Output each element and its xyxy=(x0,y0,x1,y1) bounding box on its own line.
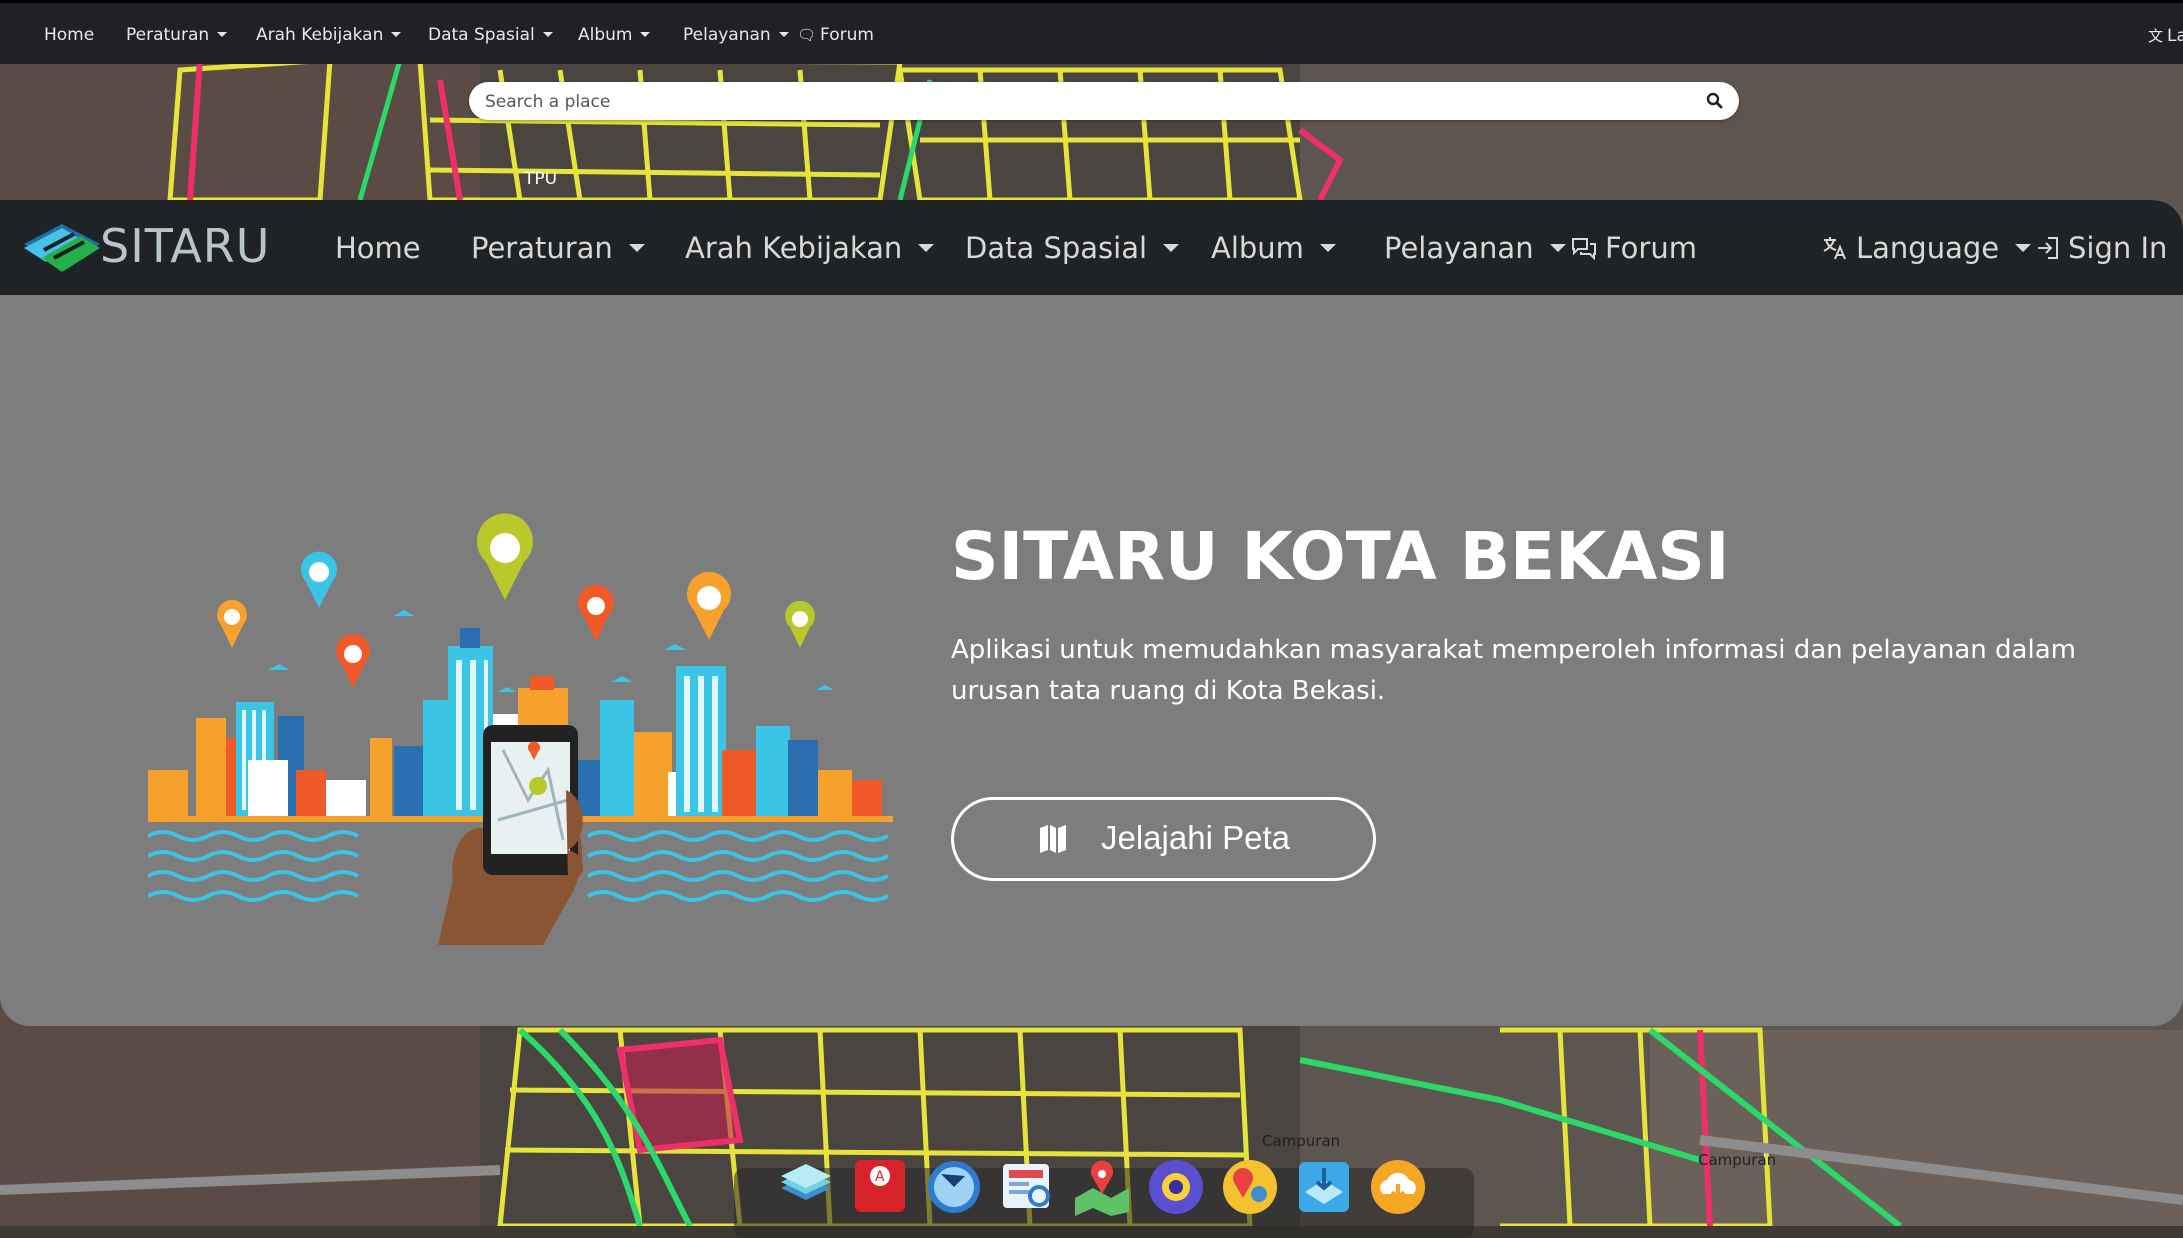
nav-item-label: Peraturan xyxy=(471,231,613,265)
transfer-icon[interactable] xyxy=(1295,1158,1353,1216)
city-illustration xyxy=(148,513,893,945)
topbar-item-peraturan[interactable]: Peraturan xyxy=(126,25,228,45)
topbar-item-pelayanan[interactable]: Pelayanan xyxy=(683,25,789,45)
brand-name[interactable]: SITARU xyxy=(100,219,270,273)
caret-down-icon xyxy=(640,32,651,37)
nav-item-language[interactable]: Language xyxy=(1822,231,2032,265)
camera-globe-icon[interactable] xyxy=(1147,1158,1205,1216)
caret-down-icon xyxy=(778,32,789,37)
compass-icon[interactable] xyxy=(925,1158,983,1216)
nav-item-data-spasial[interactable]: Data Spasial xyxy=(965,231,1180,265)
topbar-item-label: Arah Kebijakan xyxy=(256,25,384,45)
caret-down-icon xyxy=(391,32,402,37)
caret-down-icon xyxy=(542,32,553,37)
map-label-campuran-1: Campuran xyxy=(1262,1132,1340,1150)
nav-item-label: Arah Kebijakan xyxy=(685,231,903,265)
caret-down-icon xyxy=(217,32,228,37)
translate-icon xyxy=(1823,237,1846,260)
topbar-item-label: La xyxy=(2167,26,2183,46)
map-pin-icon[interactable] xyxy=(1073,1158,1131,1216)
nav-item-label: Album xyxy=(1211,231,1304,265)
translate-icon: 文 xyxy=(2148,27,2164,45)
map-icon xyxy=(1040,825,1066,853)
search-icon[interactable] xyxy=(1705,91,1725,111)
caret-down-icon xyxy=(628,244,645,252)
map-label-campuran-2: Campuran xyxy=(1698,1151,1776,1169)
topbar-item-language[interactable]: 文 La xyxy=(2148,25,2183,46)
nav-item-peraturan[interactable]: Peraturan xyxy=(471,231,645,265)
topbar-item-forum[interactable]: 🗨 Forum xyxy=(797,25,874,45)
nav-item-pelayanan[interactable]: Pelayanan xyxy=(1384,231,1566,265)
caret-down-icon xyxy=(918,244,935,252)
topbar-item-label: Forum xyxy=(820,25,874,45)
caret-down-icon xyxy=(1319,244,1336,252)
search-input[interactable] xyxy=(483,88,1687,116)
sign-in-icon xyxy=(2038,237,2058,259)
caret-down-icon xyxy=(1549,244,1566,252)
caret-down-icon xyxy=(1163,244,1180,252)
hero-panel: SITARU Home Peraturan Arah Kebijakan Dat… xyxy=(0,200,2183,1026)
topbar-item-home[interactable]: Home xyxy=(44,25,94,45)
nav-item-label: Language xyxy=(1856,231,2000,265)
layers-icon[interactable] xyxy=(777,1158,835,1216)
explore-map-button[interactable]: Jelajahi Peta xyxy=(951,797,1376,881)
search-bar xyxy=(469,82,1739,120)
topbar-item-label: Home xyxy=(44,25,95,45)
pin-a-icon[interactable]: A xyxy=(851,1158,909,1216)
news-search-icon[interactable] xyxy=(999,1158,1057,1216)
sitaru-logo-icon[interactable] xyxy=(22,214,102,280)
nav-item-forum[interactable]: Forum xyxy=(1571,231,1697,265)
location-icon[interactable] xyxy=(1221,1158,1279,1216)
hero-description: Aplikasi untuk memudahkan masyarakat mem… xyxy=(951,635,2076,706)
nav-item-label: Sign In xyxy=(2068,231,2168,265)
nav-item-label: Home xyxy=(335,231,421,265)
forum-icon xyxy=(1572,238,1596,261)
nav-item-label: Data Spasial xyxy=(965,231,1148,265)
map-label-tpu: TPU xyxy=(523,169,557,189)
topbar-item-label: Pelayanan xyxy=(683,25,771,45)
main-navbar: SITARU Home Peraturan Arah Kebijakan Dat… xyxy=(0,200,2183,295)
sign-in-button[interactable]: Sign In xyxy=(2036,231,2167,265)
nav-item-arah-kebijakan[interactable]: Arah Kebijakan xyxy=(685,231,935,265)
topbar-item-label: Album xyxy=(578,25,633,45)
cloud-download-icon[interactable] xyxy=(1369,1158,1427,1216)
topbar-item-album[interactable]: Album xyxy=(578,25,651,45)
nav-item-label: Forum xyxy=(1605,231,1697,265)
topbar-item-data-spasial[interactable]: Data Spasial xyxy=(428,25,553,45)
topbar-item-arah-kebijakan[interactable]: Arah Kebijakan xyxy=(256,25,402,45)
explore-map-label: Jelajahi Peta xyxy=(1101,819,1290,856)
nav-item-home[interactable]: Home xyxy=(335,231,421,265)
hero-title: SITARU KOTA BEKASI xyxy=(951,518,1730,595)
svg-text:A: A xyxy=(875,1169,885,1185)
nav-item-label: Pelayanan xyxy=(1384,231,1534,265)
topbar-item-label: Data Spasial xyxy=(428,25,535,45)
forum-icon: 🗨 xyxy=(797,26,817,44)
background-navbar: Home Peraturan Arah Kebijakan Data Spasi… xyxy=(0,0,2183,64)
nav-item-album[interactable]: Album xyxy=(1211,231,1336,265)
topbar-item-label: Peraturan xyxy=(126,25,210,45)
caret-down-icon xyxy=(2015,244,2032,252)
